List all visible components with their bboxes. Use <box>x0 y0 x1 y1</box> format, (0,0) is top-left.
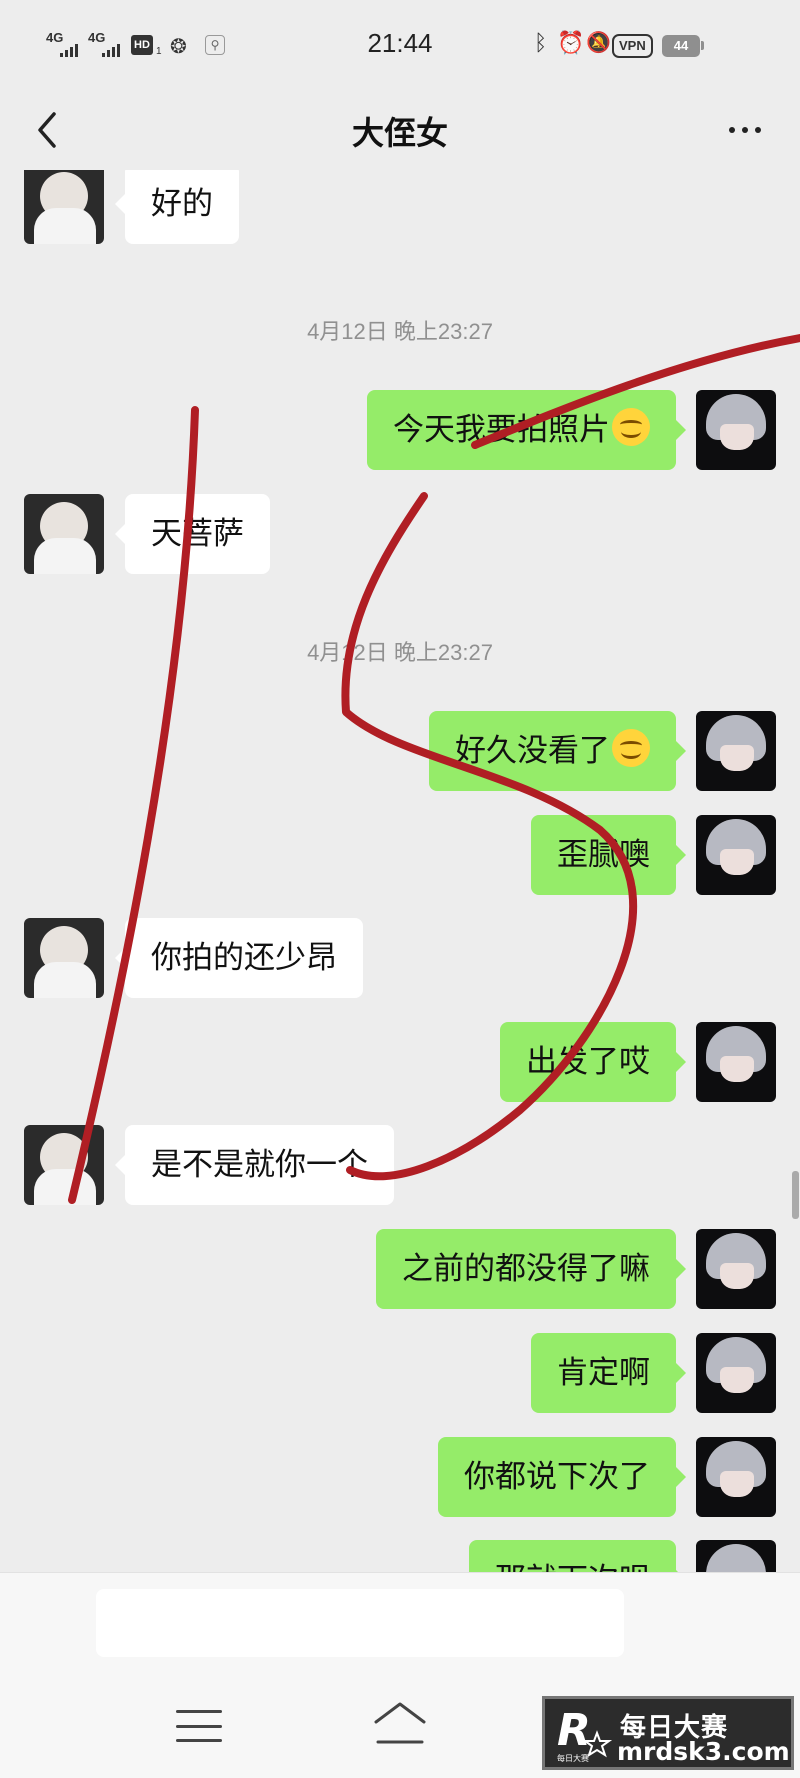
message-text: 你都说下次了 <box>464 1459 650 1494</box>
status-bar: 4G 4G HD 1 ❂ ⚲ 21:44 ᛒ ⏰ 🔕 VPN 44 <box>0 0 800 90</box>
back-button[interactable] <box>28 108 72 152</box>
message-text: 好久没看了 <box>455 733 610 768</box>
my-avatar[interactable] <box>696 1229 776 1309</box>
message-text: 肯定啊 <box>557 1355 650 1390</box>
contact-avatar[interactable] <box>24 170 104 244</box>
message-text: 是不是就你一个 <box>151 1147 368 1182</box>
chevron-left-icon <box>38 112 56 148</box>
watermark-url: mrdsk3.com <box>617 1737 790 1766</box>
my-avatar[interactable] <box>696 1540 776 1572</box>
hd-badge: HD <box>131 35 153 55</box>
message-bubble-self[interactable]: 那就下次呗 <box>469 1540 686 1572</box>
battery-tip <box>701 41 704 50</box>
chat-header: 大侄女 <box>0 90 800 170</box>
chat-messages[interactable]: 好的 4月12日 晚上23:27 今天我要拍照片 天菩萨 4月12日 晚上23:… <box>0 170 800 1572</box>
timestamp: 4月12日 晚上23:27 <box>307 640 493 665</box>
home-icon[interactable] <box>372 1698 428 1748</box>
svg-text:R: R <box>557 1705 591 1756</box>
watermark-r-logo: R 每日大赛 <box>557 1705 613 1763</box>
message-bubble-other[interactable]: 是不是就你一个 <box>115 1125 394 1205</box>
message-text: 那就下次呗 <box>495 1562 650 1572</box>
bluetooth-icon: ᛒ <box>534 30 548 55</box>
message-text: 之前的都没得了嘛 <box>402 1251 650 1286</box>
alarm-icon: ⏰ <box>557 30 585 55</box>
message-text: 天菩萨 <box>151 516 244 551</box>
message-bubble-other[interactable]: 好的 <box>115 170 239 244</box>
signal-bars-2-icon <box>102 44 120 57</box>
more-dots-icon <box>729 127 735 133</box>
message-bubble-other[interactable]: 你拍的还少昂 <box>115 918 363 998</box>
my-avatar[interactable] <box>696 1022 776 1102</box>
message-input[interactable] <box>96 1589 624 1657</box>
mute-icon: 🔕 <box>586 32 611 54</box>
message-bubble-self[interactable]: 你都说下次了 <box>438 1437 686 1517</box>
message-bubble-self[interactable]: 今天我要拍照片 <box>367 390 686 470</box>
message-text: 今天我要拍照片 <box>393 412 610 447</box>
message-bubble-self[interactable]: 肯定啊 <box>531 1333 686 1413</box>
more-dot <box>755 127 761 133</box>
clock: 21:44 <box>367 28 433 58</box>
more-button[interactable] <box>715 108 775 152</box>
vpn-badge: VPN <box>612 34 653 58</box>
smile-emoji-icon <box>612 729 650 767</box>
signal-2-label: 4G <box>88 30 106 45</box>
signal-1-label: 4G <box>46 30 64 45</box>
hd-sub-label: 1 <box>156 46 162 57</box>
chat-title: 大侄女 <box>351 115 448 151</box>
my-avatar[interactable] <box>696 390 776 470</box>
message-bubble-self[interactable]: 之前的都没得了嘛 <box>376 1229 686 1309</box>
menu-icon[interactable] <box>176 1710 222 1742</box>
signal-bars-1-icon <box>60 44 78 57</box>
message-bubble-self[interactable]: 好久没看了 <box>429 711 686 791</box>
contact-avatar[interactable] <box>24 1125 104 1205</box>
location-icon: ⚲ <box>205 35 225 55</box>
my-avatar[interactable] <box>696 1333 776 1413</box>
message-text: 你拍的还少昂 <box>151 940 337 975</box>
message-bubble-other[interactable]: 天菩萨 <box>115 494 270 574</box>
input-bar <box>0 1572 800 1668</box>
smile-emoji-icon <box>612 408 650 446</box>
timestamp: 4月12日 晚上23:27 <box>307 319 493 344</box>
message-bubble-self[interactable]: 歪腻噢 <box>531 815 686 895</box>
battery-icon: 44 <box>662 35 700 57</box>
message-text: 歪腻噢 <box>557 837 650 872</box>
contact-avatar[interactable] <box>24 494 104 574</box>
watermark-logo: R 每日大赛 每日大赛 mrdsk3.com <box>542 1696 794 1770</box>
my-avatar[interactable] <box>696 1437 776 1517</box>
message-text: 出发了哎 <box>526 1044 650 1079</box>
message-text: 好的 <box>151 186 213 221</box>
my-avatar[interactable] <box>696 711 776 791</box>
message-bubble-self[interactable]: 出发了哎 <box>500 1022 686 1102</box>
my-avatar[interactable] <box>696 815 776 895</box>
more-dot <box>742 127 748 133</box>
wechat-icon: ❂ <box>170 36 187 58</box>
scrollbar[interactable] <box>792 1171 799 1219</box>
contact-avatar[interactable] <box>24 918 104 998</box>
watermark-small-text: 每日大赛 <box>557 1753 589 1763</box>
